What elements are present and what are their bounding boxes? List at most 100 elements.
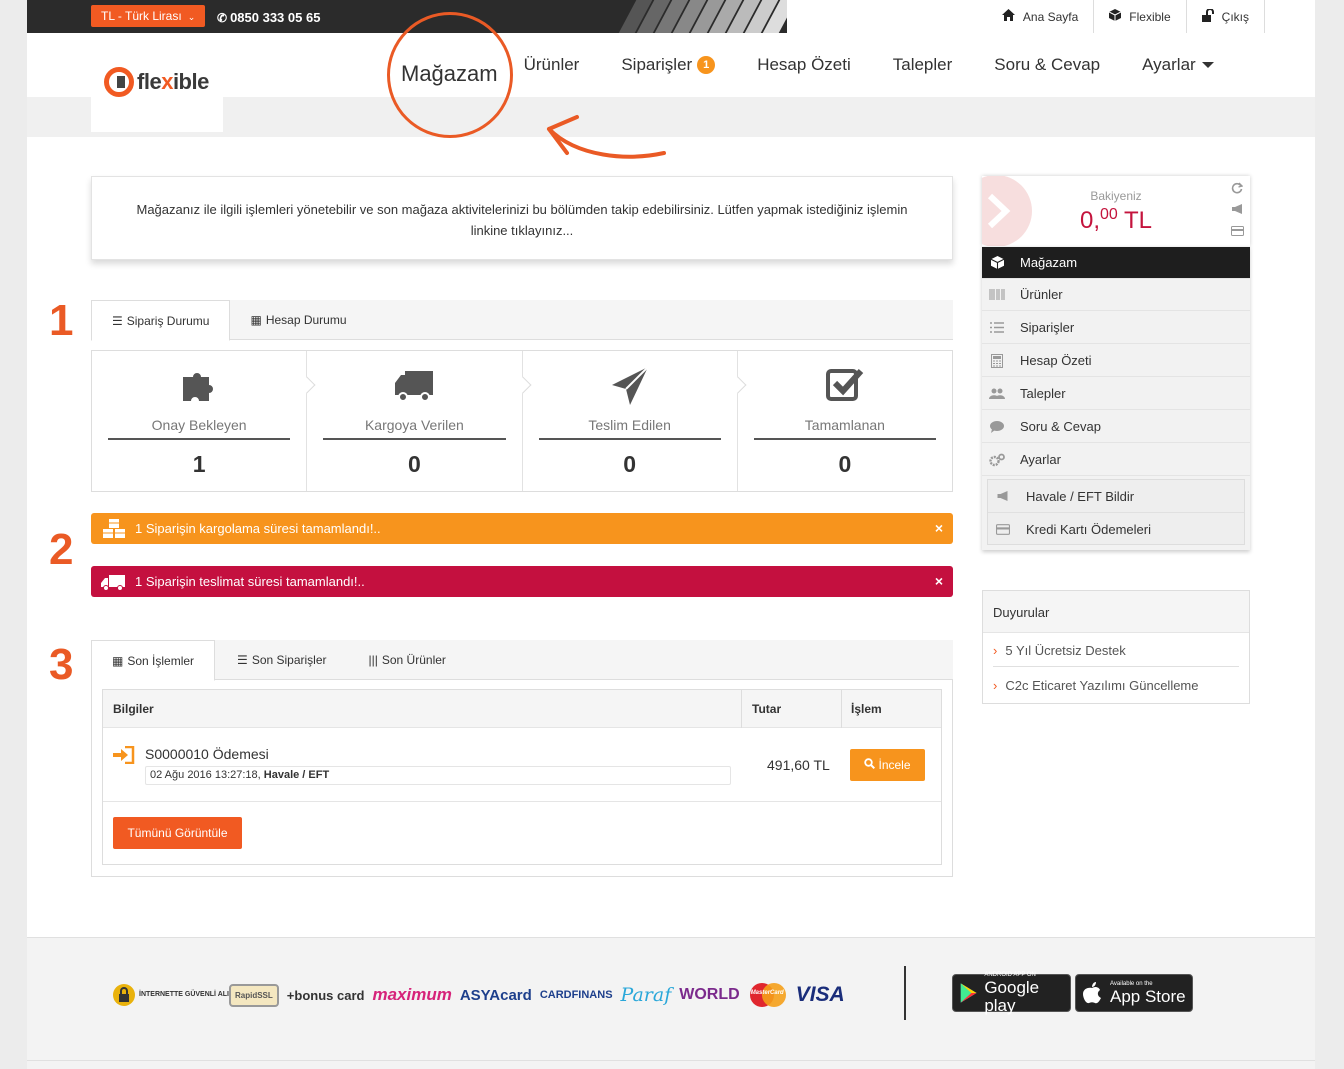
header-tutar: Tutar <box>752 702 782 716</box>
logo[interactable]: flexible <box>91 33 223 132</box>
sign-in-icon <box>113 745 135 769</box>
check-square-icon <box>738 365 952 407</box>
mastercard-logo: MasterCard <box>748 982 788 1008</box>
annotation-circle <box>387 12 513 138</box>
tab-son-siparisler[interactable]: ☰ Son Siparişler <box>215 640 346 680</box>
refresh-icon[interactable] <box>1231 181 1244 199</box>
close-icon[interactable]: × <box>935 573 943 589</box>
currency-select[interactable]: TL - Türk Lirası ⌄ <box>91 5 206 27</box>
status-card-teslim-edilen[interactable]: Teslim Edilen 0 <box>523 351 747 491</box>
payment-logos: İNTERNETTE GÜVENLİ ALIŞVERİŞ RapidSSL +b… <box>113 974 853 1016</box>
search-icon <box>864 758 876 772</box>
currency-label: TL - Türk Lirası <box>101 9 182 23</box>
nav-ayarlar[interactable]: Ayarlar <box>1142 55 1214 75</box>
nav-urunler[interactable]: Ürünler <box>524 55 580 75</box>
list-icon: ☰ <box>237 653 248 667</box>
home-link[interactable]: Ana Sayfa <box>987 0 1093 33</box>
view-all-button[interactable]: Tümünü Görüntüle <box>113 817 242 849</box>
logout-link-label: Çıkış <box>1221 9 1249 24</box>
announcements-panel: Duyurular › 5 Yıl Ücretsiz Destek › C2c Et… <box>982 590 1250 704</box>
step-number-3: 3 <box>49 640 74 689</box>
bonus-card-logo: +bonus card <box>286 987 365 1003</box>
credit-card-icon[interactable] <box>1231 223 1244 241</box>
asyacard-logo: ASYAcard <box>459 986 532 1004</box>
flexible-link[interactable]: Flexible <box>1093 0 1185 33</box>
sidebar-item-siparisler[interactable]: Siparişler <box>982 312 1250 344</box>
announcement-item[interactable]: › C2c Eticaret Yazılımı Güncelleme <box>993 678 1239 693</box>
sidebar-item-hesap-ozeti[interactable]: Hesap Özeti <box>982 345 1250 377</box>
transactions-panel: Bilgiler Tutar İşlem S0000010 Ödemesi 02… <box>91 679 953 877</box>
unlock-icon <box>1201 7 1214 25</box>
close-icon[interactable]: × <box>935 520 943 536</box>
cardfinans-logo: CARDFINANS <box>539 989 613 1001</box>
alert-text: 1 Siparişin teslimat süresi tamamlandı!.… <box>135 574 365 589</box>
tab-son-urunler[interactable]: ||| Son Ürünler <box>347 640 466 680</box>
cubes-icon <box>101 518 127 540</box>
nav-siparisler[interactable]: Siparişler 1 <box>621 55 716 75</box>
header-bilgiler: Bilgiler <box>113 702 154 716</box>
nav-hesap-ozeti[interactable]: Hesap Özeti <box>757 55 851 75</box>
gears-icon <box>982 453 1012 467</box>
truck-icon <box>101 573 127 591</box>
chevron-right-icon: › <box>993 643 998 658</box>
transaction-method: Havale / EFT <box>263 769 330 781</box>
orders-badge: 1 <box>697 56 716 74</box>
sidebar-item-kredi-karti[interactable]: Kredi Kartı Ödemeleri <box>988 513 1244 546</box>
credit-card-icon <box>988 524 1018 535</box>
status-label: Tamamlanan <box>753 417 936 440</box>
sidebar-item-havale-eft[interactable]: Havale / EFT Bildir <box>988 480 1244 513</box>
caret-down-icon <box>1201 62 1214 68</box>
list-icon: ☰ <box>112 313 123 328</box>
users-icon <box>982 388 1012 400</box>
bullhorn-icon[interactable] <box>1231 202 1244 220</box>
main-nav: Mağazam Ürünler Siparişler 1 Hesap Özeti … <box>387 33 1256 97</box>
google-play-button[interactable]: ANDROID APP ON Google play <box>952 972 1071 1014</box>
status-value: 1 <box>192 451 206 477</box>
sidebar-item-urunler[interactable]: Ürünler <box>982 279 1250 311</box>
sidebar-item-magazam[interactable]: Mağazam <box>982 247 1250 279</box>
header: flexible Mağazam Ürünler Siparişler 1 Hes… <box>27 33 1315 137</box>
tab-hesap-durumu[interactable]: ▦ Hesap Durumu <box>230 300 366 340</box>
home-icon <box>1001 9 1015 24</box>
phone-number: ✆ 0850 333 05 65 <box>217 10 320 25</box>
table-header: Bilgiler Tutar İşlem <box>103 690 941 728</box>
status-value: 0 <box>838 451 852 477</box>
logout-link[interactable]: Çıkış <box>1185 0 1265 33</box>
footer: İNTERNETTE GÜVENLİ ALIŞVERİŞ RapidSSL +b… <box>27 937 1315 1069</box>
announcement-item[interactable]: › 5 Yıl Ücretsiz Destek <box>993 643 1239 667</box>
status-card-kargoya-verilen[interactable]: Kargoya Verilen 0 <box>307 351 531 491</box>
comment-icon <box>982 420 1012 433</box>
status-card-tamamlanan[interactable]: Tamamlanan 0 <box>738 351 952 491</box>
sidebar-item-soru-cevap[interactable]: Soru & Cevap <box>982 411 1250 443</box>
phone-icon: ✆ <box>217 11 228 25</box>
truck-icon <box>307 365 521 407</box>
nav-talepler[interactable]: Talepler <box>893 55 953 75</box>
tab-son-islemler[interactable]: ▦ Son İşlemler <box>91 640 216 681</box>
sidebar-item-ayarlar[interactable]: Ayarlar <box>982 444 1250 476</box>
secure-shopping-logo: İNTERNETTE GÜVENLİ ALIŞVERİŞ <box>113 983 255 1007</box>
status-card-onay-bekleyen[interactable]: Onay Bekleyen 1 <box>92 351 316 491</box>
sidebar-menu: Mağazam Ürünler Siparişler Hesap Özeti T… <box>982 246 1250 550</box>
balance-label: Bakiyeniz <box>1090 189 1142 203</box>
top-links: Ana Sayfa Flexible Çıkış <box>987 0 1265 33</box>
nav-soru-cevap[interactable]: Soru & Cevap <box>994 55 1100 75</box>
app-store-button[interactable]: Available on the App Store <box>1075 974 1193 1012</box>
sidebar-item-talepler[interactable]: Talepler <box>982 378 1250 410</box>
google-play-icon <box>960 983 977 1003</box>
info-box: Mağazanız ile ilgili işlemleri yönetebil… <box>91 176 953 260</box>
activity-tabs: ▦ Son İşlemler ☰ Son Siparişler ||| Son Ürü… <box>91 640 953 681</box>
status-value: 0 <box>623 451 637 477</box>
cube-icon <box>1109 9 1122 24</box>
rapidssl-logo: RapidSSL <box>229 983 279 1007</box>
transaction-date: 02 Ağu 2016 13:27:18, <box>150 769 264 781</box>
tab-siparis-durumu[interactable]: ☰ Sipariş Durumu <box>91 300 231 341</box>
flexible-link-label: Flexible <box>1129 9 1171 24</box>
phone-text: 0850 333 05 65 <box>230 10 321 25</box>
status-value: 0 <box>407 451 421 477</box>
announcements-title: Duyurular <box>983 591 1249 633</box>
barcode-icon <box>982 289 1012 300</box>
transaction-title: S0000010 Ödemesi <box>145 746 269 762</box>
inspect-button[interactable]: İncele <box>850 749 925 781</box>
balance-box: Bakiyeniz 0,00 TL <box>982 176 1250 246</box>
info-text: Mağazanız ile ilgili işlemleri yönetebil… <box>136 202 908 238</box>
